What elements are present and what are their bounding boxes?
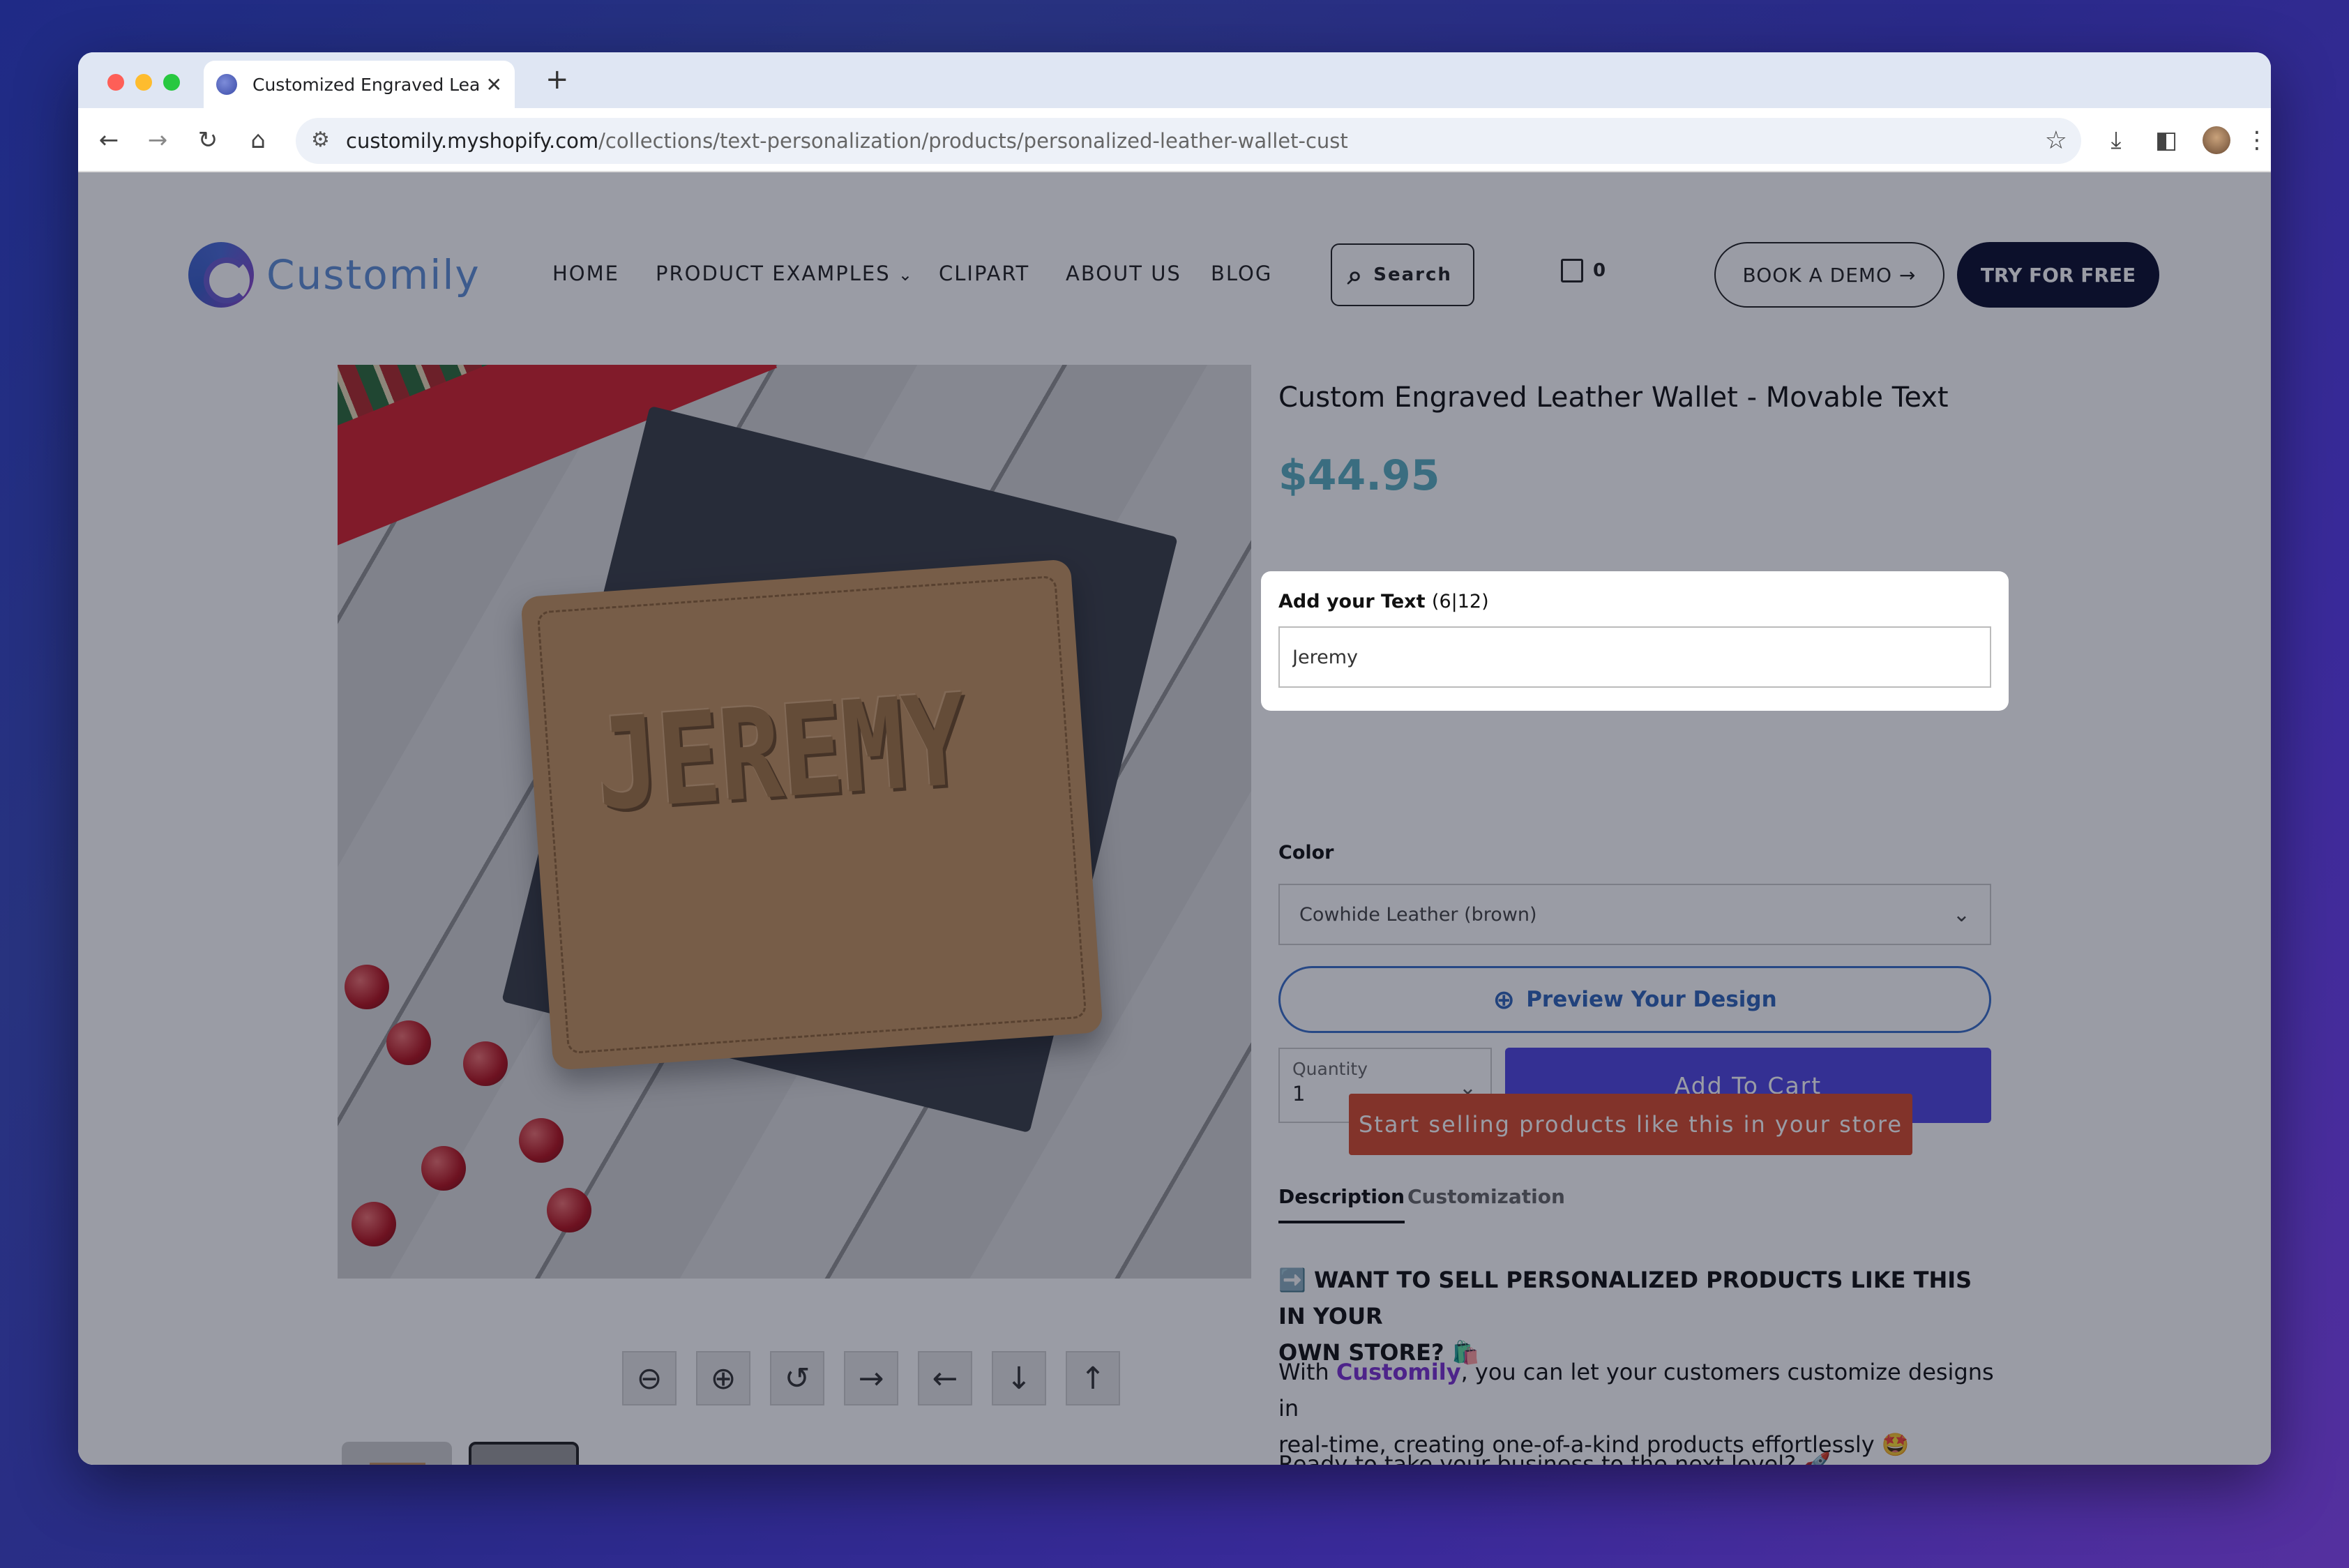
tab-title: Customized Engraved Leathe — [252, 74, 479, 95]
product-thumbnail-2[interactable] — [469, 1442, 579, 1465]
search-label: Search — [1373, 264, 1452, 285]
p1-pre: With — [1278, 1359, 1336, 1385]
new-tab-icon[interactable]: + — [545, 63, 569, 96]
tab-bar: Customized Engraved Leathe ✕ + — [78, 52, 2271, 108]
product-title: Custom Engraved Leather Wallet - Movable… — [1278, 382, 1949, 414]
move-up-icon[interactable]: ↑ — [1066, 1351, 1120, 1405]
product-image[interactable]: JEREMY — [338, 365, 1251, 1279]
logo-mark-icon — [188, 242, 254, 308]
bookmark-star-icon[interactable]: ☆ — [2045, 126, 2067, 155]
menu-kebab-icon[interactable]: ⋮ — [2242, 125, 2271, 156]
url-path: /collections/text-personalization/produc… — [598, 129, 1348, 153]
rotate-icon[interactable]: ↺ — [770, 1351, 824, 1405]
browser-tab[interactable]: Customized Engraved Leathe ✕ — [204, 61, 515, 108]
move-down-icon[interactable]: ↓ — [992, 1351, 1046, 1405]
maximize-window-button[interactable] — [163, 74, 180, 91]
nav-about-us[interactable]: ABOUT US — [1066, 262, 1181, 285]
tab-customization[interactable]: Customization — [1407, 1185, 1565, 1208]
profile-avatar[interactable] — [2201, 125, 2232, 156]
home-icon[interactable]: ⌂ — [243, 125, 273, 156]
back-icon[interactable]: ← — [93, 125, 124, 156]
description-heading-line-1: ➡️ WANT TO SELL PERSONALIZED PRODUCTS LI… — [1278, 1267, 1972, 1329]
side-panel-icon[interactable]: ◧ — [2151, 125, 2182, 156]
move-right-icon[interactable]: → — [844, 1351, 898, 1405]
site-settings-icon[interactable]: ⚙ — [311, 128, 330, 152]
tab-close-icon[interactable]: ✕ — [486, 73, 502, 96]
minimize-window-button[interactable] — [135, 74, 152, 91]
nav-blog[interactable]: BLOG — [1211, 262, 1272, 285]
nav-clipart[interactable]: CLIPART — [939, 262, 1029, 285]
zoom-out-icon[interactable]: ⊖ — [622, 1351, 677, 1405]
product-thumbnail-1[interactable] — [342, 1442, 452, 1465]
tab-description[interactable]: Description — [1278, 1185, 1405, 1223]
red-berries — [338, 937, 630, 1279]
close-window-button[interactable] — [107, 74, 124, 91]
zoom-in-icon[interactable]: ⊕ — [696, 1351, 750, 1405]
nav-product-examples[interactable]: PRODUCT EXAMPLES ⌄ — [656, 262, 914, 285]
download-icon[interactable]: ⤓ — [2101, 125, 2131, 156]
forward-icon[interactable]: → — [142, 125, 173, 156]
book-demo-button[interactable]: BOOK A DEMO → — [1714, 242, 1944, 308]
cart-button[interactable]: 0 — [1561, 259, 1606, 282]
color-label: Color — [1278, 842, 1334, 864]
customily-link[interactable]: Customily — [1336, 1359, 1461, 1385]
image-controls: ⊖ ⊕ ↺ → ← ↓ ↑ — [622, 1351, 1120, 1405]
move-left-icon[interactable]: ← — [918, 1351, 972, 1405]
add-text-label-text: Add your Text — [1278, 591, 1426, 612]
chevron-down-icon: ⌄ — [898, 265, 914, 285]
description-paragraph-2: Ready to take your business to the next … — [1278, 1451, 1831, 1465]
start-selling-button[interactable]: Start selling products like this in your… — [1349, 1094, 1912, 1155]
product-price: $44.95 — [1278, 451, 1440, 500]
color-selected-value: Cowhide Leather (brown) — [1299, 903, 1537, 926]
preview-design-label: Preview Your Design — [1526, 987, 1777, 1012]
nav-product-examples-label: PRODUCT EXAMPLES — [656, 262, 891, 285]
zoom-in-icon: ⊕ — [1493, 984, 1516, 1015]
add-text-char-count: (6|12) — [1431, 591, 1489, 612]
add-text-input[interactable] — [1278, 626, 1991, 688]
chevron-down-icon: ⌄ — [1952, 902, 1970, 927]
shopping-bag-icon — [1561, 259, 1583, 282]
add-text-label: Add your Text (6|12) — [1278, 591, 1489, 612]
web-page: Customily HOME PRODUCT EXAMPLES ⌄ CLIPAR… — [78, 172, 2271, 1465]
quantity-label: Quantity — [1292, 1059, 1368, 1079]
browser-toolbar: ← → ↻ ⌂ ⚙ customily.myshopify.com/collec… — [78, 108, 2271, 172]
cart-count: 0 — [1593, 260, 1606, 281]
reload-icon[interactable]: ↻ — [192, 125, 223, 156]
browser-window: Customized Engraved Leathe ✕ + ← → ↻ ⌂ ⚙… — [78, 52, 2271, 1465]
nav-home[interactable]: HOME — [552, 262, 619, 285]
wallet-engraving: JEREMY — [591, 668, 970, 839]
try-for-free-button[interactable]: TRY FOR FREE — [1957, 242, 2159, 308]
color-select[interactable]: Cowhide Leather (brown) ⌄ — [1278, 884, 1991, 945]
logo-text: Customily — [266, 251, 481, 299]
url-host: customily.myshopify.com — [346, 129, 599, 153]
preview-design-button[interactable]: ⊕ Preview Your Design — [1278, 966, 1991, 1033]
favicon-icon — [216, 74, 237, 95]
customily-logo[interactable]: Customily — [188, 242, 481, 308]
search-icon: ⌕ — [1347, 259, 1364, 290]
address-bar[interactable]: ⚙ customily.myshopify.com/collections/te… — [296, 118, 2081, 164]
search-button[interactable]: ⌕ Search — [1331, 243, 1474, 306]
